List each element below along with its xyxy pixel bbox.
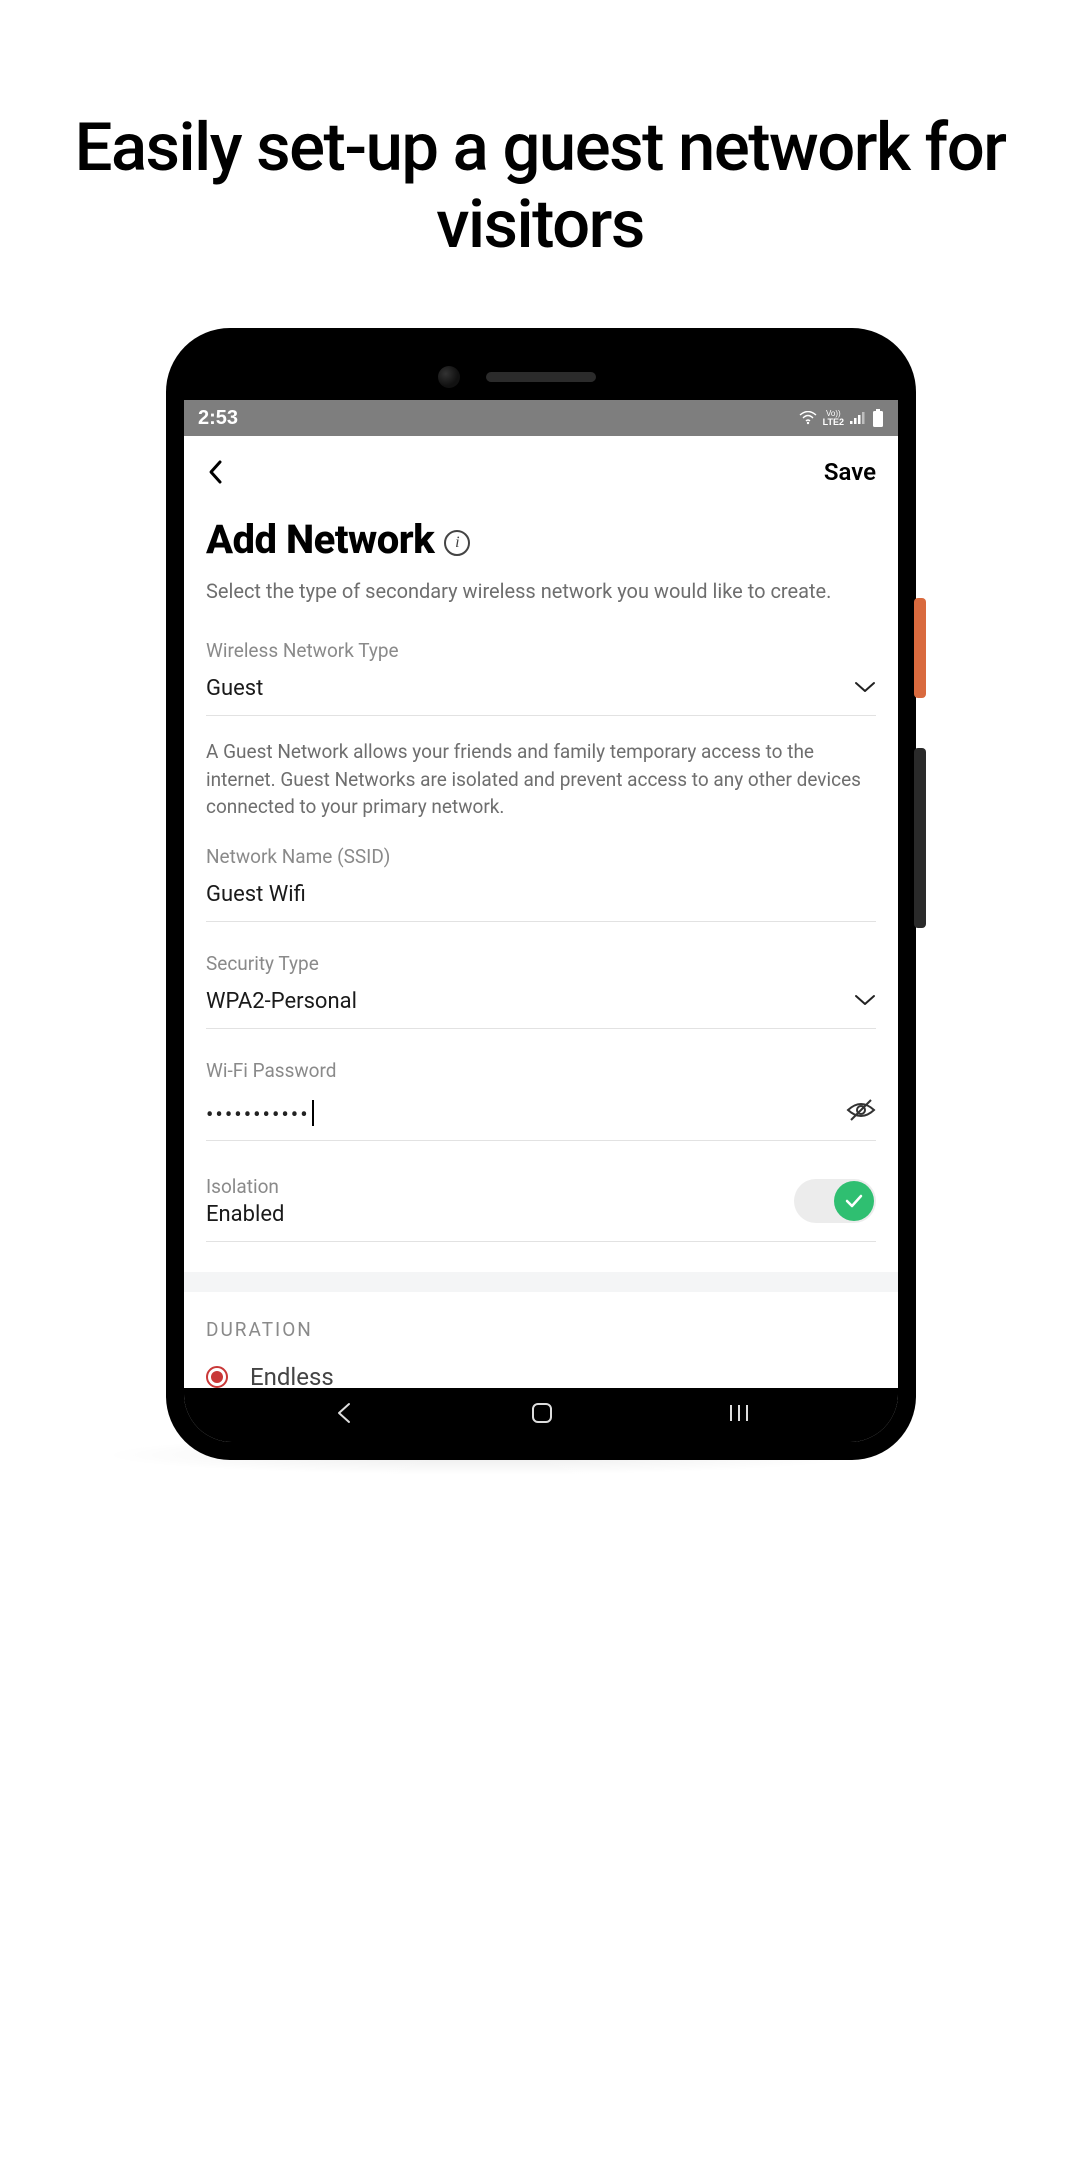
password-value: ••••••••••• bbox=[206, 1096, 314, 1128]
status-time: 2:53 bbox=[198, 407, 238, 430]
page-title: Add Network bbox=[206, 516, 434, 563]
text-cursor bbox=[312, 1100, 314, 1126]
signal-icon bbox=[850, 412, 866, 424]
android-nav-bar bbox=[184, 1388, 898, 1442]
volume-button bbox=[914, 748, 926, 928]
chevron-down-icon bbox=[854, 678, 876, 699]
field-ssid: Network Name (SSID) Guest Wifi bbox=[206, 845, 876, 922]
password-input[interactable]: ••••••••••• bbox=[206, 1096, 876, 1141]
status-bar: 2:53 Vo)) LTE2 bbox=[184, 400, 898, 436]
isolation-value: Enabled bbox=[206, 1202, 284, 1227]
screen: 2:53 Vo)) LTE2 Save Add Network i bbox=[184, 400, 898, 1442]
camera-dot bbox=[438, 366, 460, 388]
android-home-icon[interactable] bbox=[530, 1401, 554, 1429]
password-label: Wi-Fi Password bbox=[206, 1059, 876, 1082]
security-select[interactable]: WPA2-Personal bbox=[206, 989, 876, 1029]
lte-label: LTE2 bbox=[823, 418, 844, 427]
duration-header: DURATION bbox=[206, 1292, 876, 1363]
ssid-input[interactable]: Guest Wifi bbox=[206, 882, 876, 922]
field-password: Wi-Fi Password ••••••••••• bbox=[206, 1059, 876, 1141]
chevron-down-icon bbox=[854, 991, 876, 1012]
content: Add Network i Select the type of seconda… bbox=[184, 496, 898, 1391]
radio-selected-icon bbox=[206, 1366, 228, 1388]
phone-frame: 2:53 Vo)) LTE2 Save Add Network i bbox=[166, 328, 916, 1460]
android-recents-icon[interactable] bbox=[727, 1403, 751, 1427]
security-value: WPA2-Personal bbox=[206, 989, 357, 1014]
eye-off-icon[interactable] bbox=[846, 1098, 876, 1126]
status-icons: Vo)) LTE2 bbox=[799, 409, 884, 427]
marketing-headline: Easily set-up a guest network for visito… bbox=[0, 110, 1080, 264]
network-type-label: Wireless Network Type bbox=[206, 639, 876, 662]
network-type-select[interactable]: Guest bbox=[206, 676, 876, 716]
field-security: Security Type WPA2-Personal bbox=[206, 952, 876, 1029]
section-divider bbox=[184, 1272, 898, 1292]
security-label: Security Type bbox=[206, 952, 876, 975]
title-row: Add Network i bbox=[206, 516, 876, 563]
ssid-label: Network Name (SSID) bbox=[206, 845, 876, 868]
field-network-type: Wireless Network Type Guest bbox=[206, 639, 876, 716]
info-icon[interactable]: i bbox=[444, 530, 470, 556]
page-subtitle: Select the type of secondary wireless ne… bbox=[206, 577, 876, 605]
power-button bbox=[914, 598, 926, 698]
nav-row: Save bbox=[184, 436, 898, 496]
wifi-icon bbox=[799, 411, 817, 425]
toggle-knob bbox=[834, 1181, 874, 1221]
network-type-value: Guest bbox=[206, 676, 263, 701]
duration-option-endless[interactable]: Endless bbox=[206, 1363, 876, 1391]
ssid-value: Guest Wifi bbox=[206, 882, 306, 907]
android-back-icon[interactable] bbox=[331, 1400, 357, 1430]
duration-option-label: Endless bbox=[250, 1363, 334, 1391]
isolation-toggle[interactable] bbox=[794, 1179, 876, 1223]
field-isolation: Isolation Enabled bbox=[206, 1169, 876, 1242]
isolation-label: Isolation bbox=[206, 1175, 284, 1198]
save-button[interactable]: Save bbox=[824, 458, 876, 486]
back-button[interactable] bbox=[206, 458, 226, 486]
network-type-helper: A Guest Network allows your friends and … bbox=[206, 738, 876, 821]
battery-icon bbox=[872, 409, 884, 427]
